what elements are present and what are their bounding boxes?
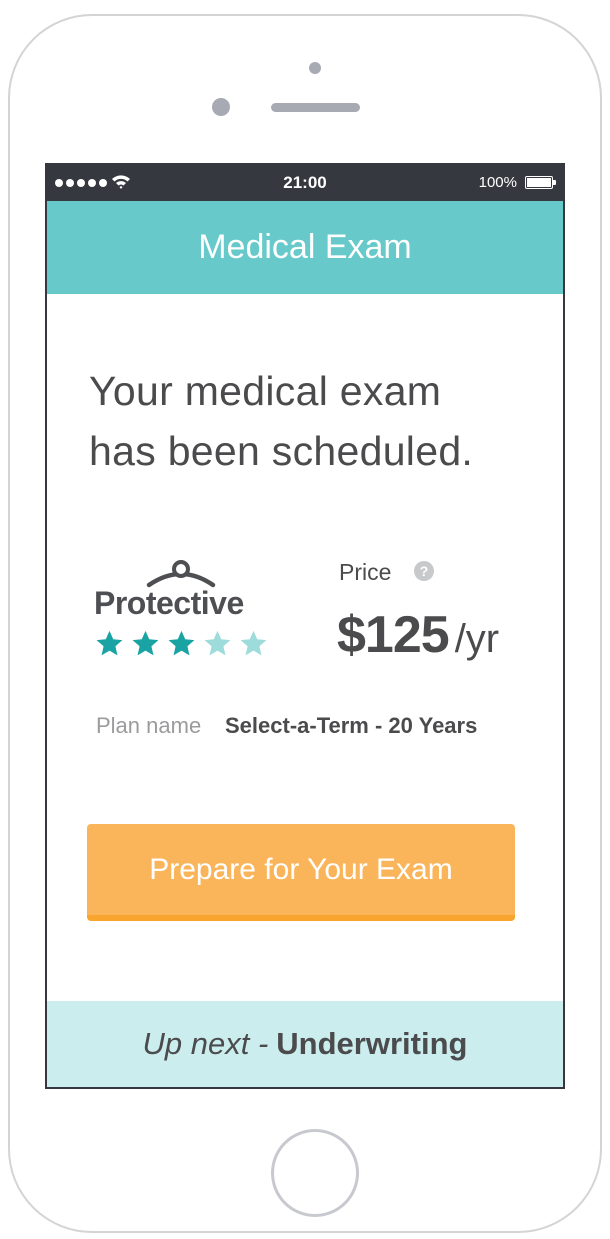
plan-name-label: Plan name <box>96 713 202 738</box>
insurer-name: Protective <box>94 585 244 621</box>
up-next-prefix: Up next - <box>142 1026 269 1061</box>
front-camera <box>212 98 230 116</box>
headline-line-1: Your medical exam <box>89 368 442 414</box>
question-circle-icon[interactable]: ? <box>414 561 434 581</box>
prepare-exam-button[interactable]: Prepare for Your Exam <box>87 824 515 921</box>
headline-line-2: has been scheduled. <box>89 428 474 474</box>
confirmation-headline: Your medical exam has been scheduled. <box>89 361 529 481</box>
battery-percentage: 100% <box>478 174 517 191</box>
earpiece-speaker <box>271 103 360 112</box>
star-icon <box>132 630 159 656</box>
plan-name-value: Select-a-Term - 20 Years <box>225 713 478 738</box>
prepare-exam-button-label: Prepare for Your Exam <box>149 852 453 886</box>
screen: 21:00 100% Medical Exam Your medical exa… <box>45 163 565 1089</box>
price-label: Price <box>339 559 392 585</box>
star-icon <box>96 630 123 656</box>
proximity-sensor <box>309 62 321 74</box>
price-amount: $125 <box>337 606 450 664</box>
insurer-rating <box>95 629 268 658</box>
up-next-step: Underwriting <box>276 1026 468 1061</box>
price-display: $125/yr <box>337 605 499 665</box>
star-icon <box>168 630 195 656</box>
home-button[interactable] <box>271 1129 359 1217</box>
page-title: Medical Exam <box>198 228 412 266</box>
page-header: Medical Exam <box>47 201 563 294</box>
star-empty-icon <box>240 630 267 656</box>
status-bar: 21:00 100% <box>47 165 563 201</box>
price-period: /yr <box>454 617 500 661</box>
up-next-banner: Up next - Underwriting <box>47 1001 563 1087</box>
star-empty-icon <box>204 630 231 656</box>
battery-icon <box>525 176 556 189</box>
